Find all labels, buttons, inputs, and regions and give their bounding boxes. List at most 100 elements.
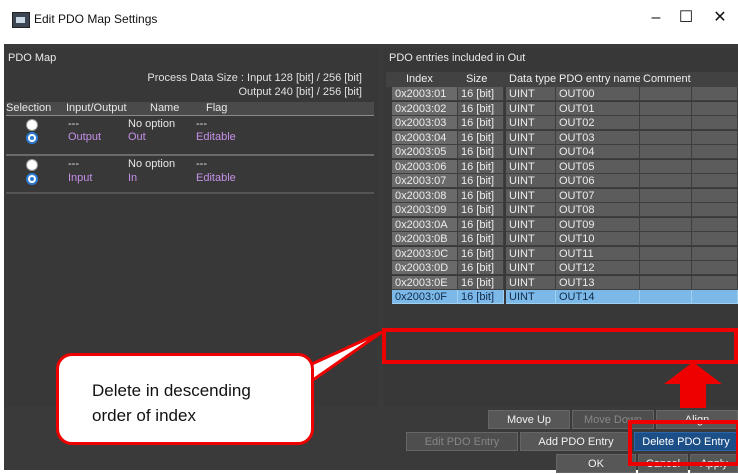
entry-name-cell: OUT14 [556, 290, 640, 304]
process-data-size-output: Output 240 [bit] / 256 [bit] [238, 86, 362, 98]
pdo-map-row[interactable]: Output Out Editable [6, 131, 374, 144]
entry-name-cell: OUT11 [556, 246, 640, 261]
empty-row-highlight [382, 328, 738, 364]
header-name: Name [150, 102, 180, 114]
entry-index-cell: 0x2003:09 [392, 203, 458, 217]
annotation-line-2: order of index [92, 406, 196, 425]
entry-extra-cell [692, 101, 738, 116]
entry-name-cell: OUT13 [556, 275, 640, 290]
pdo-entry-row[interactable]: 0x2003:0F 16 [bit] UINT OUT14 [386, 290, 738, 305]
entry-index-cell: 0x2003:0A [392, 217, 458, 232]
annotation-text: Delete in descending order of index [92, 378, 312, 428]
entry-extra-cell [692, 188, 738, 203]
flag-cell: --- [196, 158, 207, 170]
entry-comment-cell [640, 116, 692, 130]
entry-name-cell: OUT01 [556, 101, 640, 116]
entry-comment-cell [640, 246, 692, 261]
close-button[interactable]: ✕ [700, 6, 738, 30]
entry-type-cell: UINT [506, 159, 556, 174]
flag-cell: --- [196, 118, 207, 130]
entry-type-cell: UINT [506, 232, 556, 246]
arrow-up-icon [664, 362, 722, 408]
entry-index-cell: 0x2003:0E [392, 275, 458, 290]
pdo-map-row[interactable]: --- No option --- [6, 118, 374, 131]
pdo-entry-row[interactable]: 0x2003:0D 16 [bit] UINT OUT12 [386, 261, 738, 276]
pdo-entry-row[interactable]: 0x2003:0A 16 [bit] UINT OUT09 [386, 217, 738, 233]
entry-size-cell: 16 [bit] [458, 261, 504, 275]
entry-size-cell: 16 [bit] [458, 130, 504, 145]
selection-radio[interactable] [26, 132, 38, 144]
io-cell: Output [68, 131, 102, 143]
entry-type-cell: UINT [506, 246, 556, 261]
entry-comment-cell [640, 188, 692, 203]
entry-size-cell: 16 [bit] [458, 145, 504, 159]
annotation-line-1: Delete in descending [92, 381, 251, 400]
entry-name-cell: OUT12 [556, 261, 640, 275]
ok-button[interactable]: OK [556, 454, 636, 473]
pdo-entry-row[interactable]: 0x2003:02 16 [bit] UINT OUT01 [386, 101, 738, 117]
name-cell: No option [128, 158, 176, 170]
entry-size-cell: 16 [bit] [458, 246, 504, 261]
entry-size-cell: 16 [bit] [458, 232, 504, 246]
entry-name-cell: OUT10 [556, 232, 640, 246]
entry-comment-cell [640, 232, 692, 246]
name-cell: No option [128, 118, 176, 130]
pdo-entry-row[interactable]: 0x2003:03 16 [bit] UINT OUT02 [386, 116, 738, 131]
header-entry-name: PDO entry name [559, 73, 640, 85]
pdo-entry-row[interactable]: 0x2003:08 16 [bit] UINT OUT07 [386, 188, 738, 204]
header-input-output: Input/Output [66, 102, 127, 114]
entry-extra-cell [692, 275, 738, 290]
selection-radio[interactable] [26, 119, 38, 131]
entry-size-cell: 16 [bit] [458, 87, 504, 101]
pdo-entry-row[interactable]: 0x2003:05 16 [bit] UINT OUT04 [386, 145, 738, 160]
move-up-button[interactable]: Move Up [488, 410, 570, 429]
header-data-type: Data type [509, 73, 557, 85]
entry-comment-cell [640, 203, 692, 217]
entry-type-cell: UINT [506, 145, 556, 159]
entry-index-cell: 0x2003:07 [392, 174, 458, 188]
entry-size-cell: 16 [bit] [458, 116, 504, 130]
selection-radio[interactable] [26, 173, 38, 185]
entry-comment-cell [640, 145, 692, 159]
delete-button-highlight [628, 420, 738, 466]
entry-index-cell: 0x2003:0C [392, 246, 458, 261]
edit-pdo-entry-button[interactable]: Edit PDO Entry [406, 432, 518, 451]
entry-comment-cell [640, 217, 692, 232]
app-icon [12, 12, 30, 28]
entry-type-cell: UINT [506, 203, 556, 217]
entry-name-cell: OUT06 [556, 174, 640, 188]
pdo-entry-row[interactable]: 0x2003:07 16 [bit] UINT OUT06 [386, 174, 738, 189]
add-pdo-entry-button[interactable]: Add PDO Entry [520, 432, 632, 451]
pdo-entry-row[interactable]: 0x2003:01 16 [bit] UINT OUT00 [386, 87, 738, 102]
header-size: Size [466, 73, 488, 85]
entry-size-cell: 16 [bit] [458, 203, 504, 217]
entry-index-cell: 0x2003:08 [392, 188, 458, 203]
entry-name-cell: OUT05 [556, 159, 640, 174]
pdo-entry-row[interactable]: 0x2003:0B 16 [bit] UINT OUT10 [386, 232, 738, 247]
entry-name-cell: OUT08 [556, 203, 640, 217]
pdo-entry-row[interactable]: 0x2003:04 16 [bit] UINT OUT03 [386, 130, 738, 146]
entry-name-cell: OUT02 [556, 116, 640, 130]
header-comment: Comment [643, 73, 691, 85]
entry-extra-cell [692, 232, 738, 246]
header-divider [6, 115, 374, 116]
pdo-map-header: Selection Input/Output Name Flag [6, 102, 374, 115]
pdo-map-row[interactable]: Input In Editable [6, 172, 374, 185]
entry-name-cell: OUT09 [556, 217, 640, 232]
pdo-entry-row[interactable]: 0x2003:06 16 [bit] UINT OUT05 [386, 159, 738, 175]
header-index: Index [406, 73, 433, 85]
selection-radio[interactable] [26, 159, 38, 171]
entry-name-cell: OUT00 [556, 87, 640, 101]
entry-name-cell: OUT04 [556, 145, 640, 159]
entry-type-cell: UINT [506, 188, 556, 203]
pdo-entry-row[interactable]: 0x2003:0E 16 [bit] UINT OUT13 [386, 275, 738, 291]
entry-size-cell: 16 [bit] [458, 101, 504, 116]
pdo-entry-row[interactable]: 0x2003:0C 16 [bit] UINT OUT11 [386, 246, 738, 262]
header-selection: Selection [6, 102, 52, 114]
pdo-map-row[interactable]: --- No option --- [6, 158, 374, 171]
io-cell: --- [68, 158, 79, 170]
pdo-entry-row[interactable]: 0x2003:09 16 [bit] UINT OUT08 [386, 203, 738, 218]
entry-type-cell: UINT [506, 217, 556, 232]
entry-type-cell: UINT [506, 290, 556, 304]
entry-size-cell: 16 [bit] [458, 188, 504, 203]
